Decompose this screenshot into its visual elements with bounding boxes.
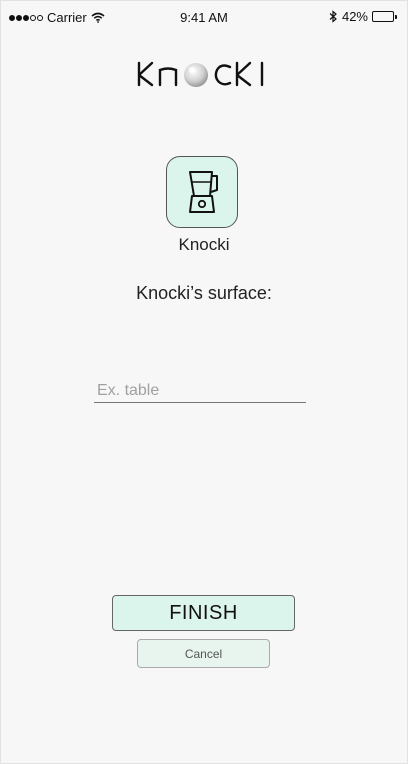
logo-mark: [137, 61, 264, 87]
status-right: 42%: [329, 9, 397, 24]
cancel-button[interactable]: Cancel: [137, 639, 270, 668]
surface-prompt: Knocki’s surface:: [136, 283, 272, 303]
finish-button[interactable]: FINISH: [112, 595, 295, 631]
surface-input[interactable]: [94, 379, 306, 403]
battery-icon: [372, 11, 397, 22]
battery-percent: 42%: [341, 9, 368, 24]
setup-screen: Carrier 9:41 AM 42% Knocki Knocki’s surf…: [0, 0, 408, 764]
device-icon-tile[interactable]: [166, 156, 238, 228]
knocki-logo: [1, 55, 407, 95]
status-bar: Carrier 9:41 AM 42%: [1, 1, 407, 35]
device-name: Knocki: [178, 235, 230, 254]
blender-icon: [189, 171, 218, 213]
bluetooth-icon: [329, 10, 337, 23]
